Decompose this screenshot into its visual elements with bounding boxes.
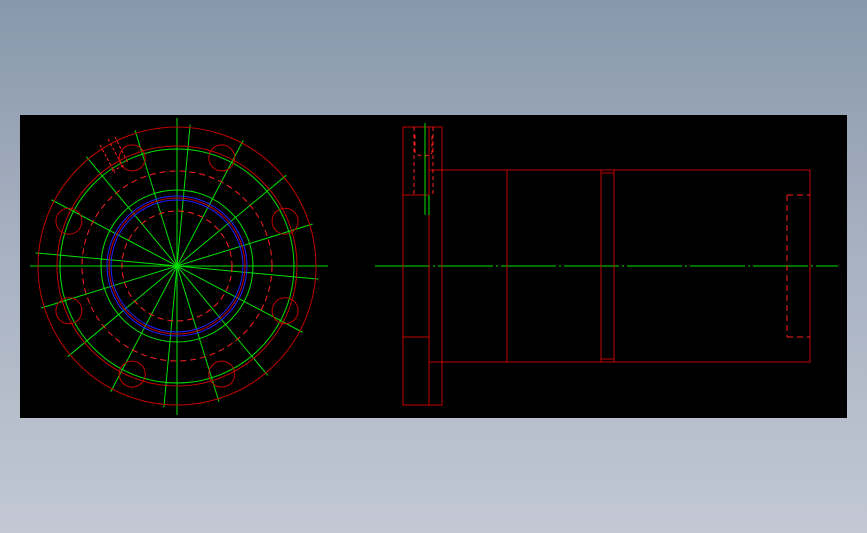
cad-drawing [30, 118, 838, 415]
side-view [375, 123, 838, 406]
front-view [30, 118, 328, 415]
cad-viewport[interactable] [20, 115, 847, 418]
flange-hidden-lines [413, 127, 434, 195]
